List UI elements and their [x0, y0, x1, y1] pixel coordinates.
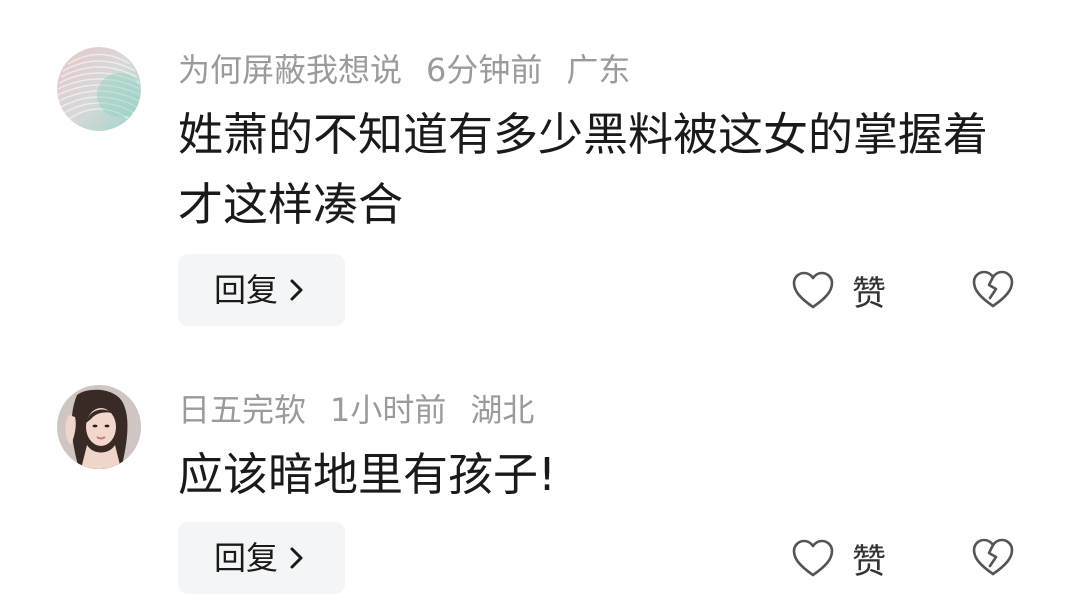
avatar[interactable] [57, 47, 141, 131]
heart-outline-icon [790, 537, 836, 579]
chevron-right-icon [284, 543, 308, 573]
like-button[interactable]: 赞 [790, 254, 886, 326]
like-button[interactable]: 赞 [790, 522, 886, 594]
like-label: 赞 [852, 541, 886, 582]
location: 广东 [566, 51, 631, 89]
reply-label: 回复 [214, 539, 279, 577]
comment-item: 日五完软 1小时前 湖北 应该暗地里有孩子! 回复 赞 [0, 340, 1080, 607]
comment-text: 姓萧的不知道有多少黑料被这女的掌握着才这样凑合 [178, 108, 989, 231]
broken-heart-icon[interactable] [970, 268, 1016, 310]
comment-list: 为何屏蔽我想说 6分钟前 广东 姓萧的不知道有多少黑料被这女的掌握着才这样凑合 回复… [0, 0, 1080, 607]
heart-outline-icon [790, 269, 836, 311]
comment-item: 为何屏蔽我想说 6分钟前 广东 姓萧的不知道有多少黑料被这女的掌握着才这样凑合 回复… [0, 0, 1080, 340]
avatar[interactable] [57, 385, 141, 469]
timestamp: 6分钟前 [426, 51, 543, 89]
comment-meta: 日五完软 1小时前 湖北 [178, 390, 558, 430]
timestamp: 1小时前 [330, 391, 447, 429]
comment-meta: 为何屏蔽我想说 6分钟前 广东 [178, 50, 654, 90]
username[interactable]: 日五完软 [178, 391, 306, 429]
comment-text: 应该暗地里有孩子! [178, 448, 557, 501]
reply-button[interactable]: 回复 [178, 254, 345, 326]
like-label: 赞 [852, 273, 886, 314]
location: 湖北 [470, 391, 535, 429]
reply-button[interactable]: 回复 [178, 522, 345, 594]
chevron-right-icon [284, 275, 308, 305]
broken-heart-icon[interactable] [970, 536, 1016, 578]
reply-label: 回复 [214, 271, 279, 309]
username[interactable]: 为何屏蔽我想说 [178, 51, 402, 89]
